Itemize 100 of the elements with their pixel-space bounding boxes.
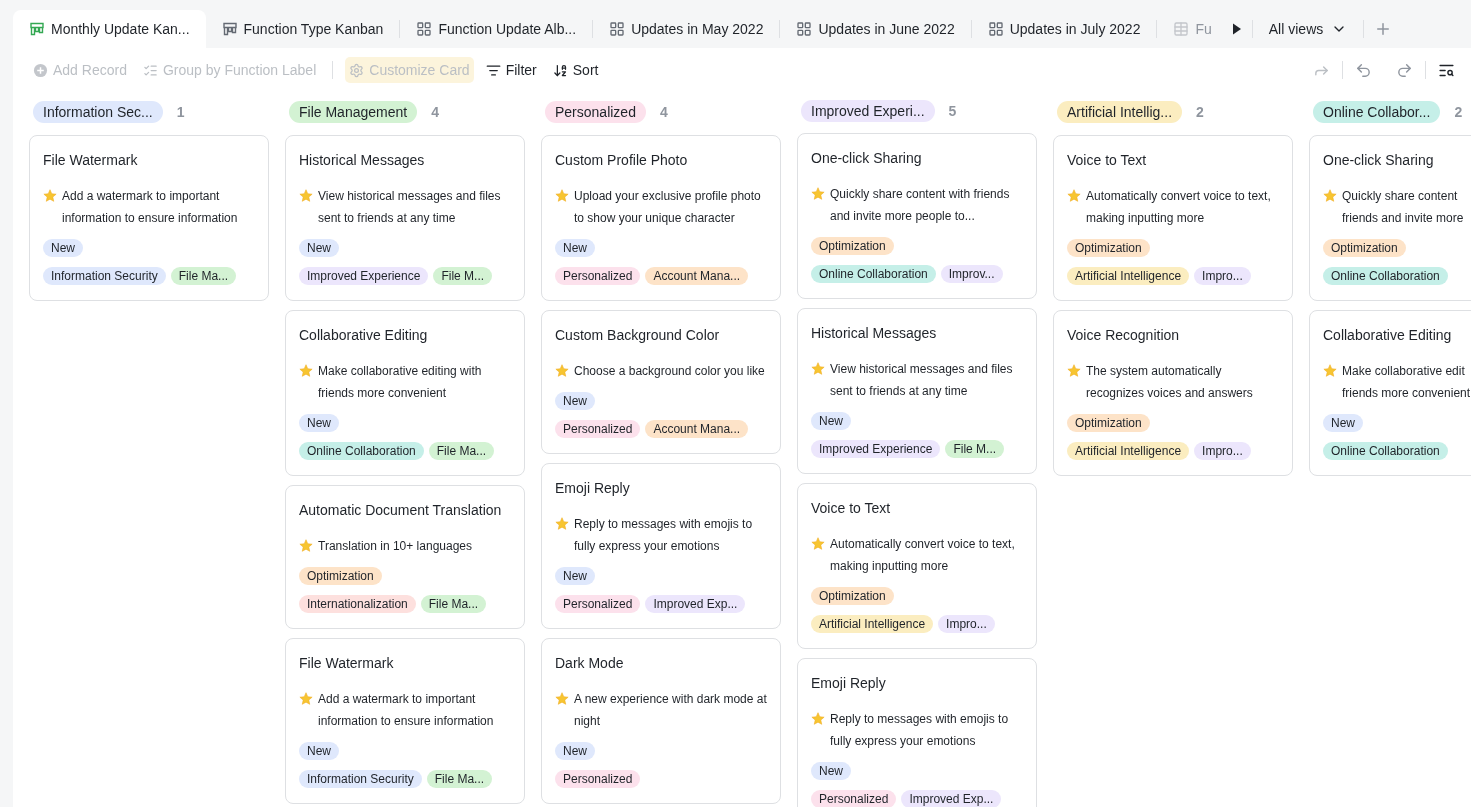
view-tab[interactable]: Updates in June 2022 <box>780 10 971 48</box>
label-tag: Account Mana... <box>645 420 749 438</box>
settings-icon <box>349 62 365 78</box>
record-card[interactable]: Historical Messages View historical messages and files sent to friends at any time New Improved Experience File M... <box>797 308 1037 474</box>
record-card[interactable]: Custom Background Color Choose a background color you like New Personalized Account Mana... <box>541 310 781 454</box>
toolbar-button[interactable]: Sort <box>548 57 603 83</box>
all-views-dropdown[interactable]: All views <box>1252 10 1364 48</box>
record-card[interactable]: File Watermark Add a watermark to important information to ensure information New Information Security File Ma... <box>285 638 525 804</box>
card-title: Emoji Reply <box>555 479 631 498</box>
star-icon <box>555 189 569 203</box>
table-icon <box>1173 21 1190 37</box>
plus-circle-icon <box>33 62 48 78</box>
view-tab[interactable]: Updates in July 2022 <box>971 10 1157 48</box>
record-card[interactable]: Emoji Reply Reply to messages with emojis to fully express your emotions New Personalized Improved Exp... <box>797 658 1037 807</box>
record-count: 4 <box>431 104 439 120</box>
label-tag: Personalized <box>555 770 641 788</box>
card-title: One-click Sharing <box>1323 151 1435 170</box>
label-tag: Improved Exp... <box>645 595 746 613</box>
group-label: Artificial Intellig... <box>1057 101 1183 123</box>
label-tag: Impro... <box>938 615 995 633</box>
star-icon <box>555 364 569 378</box>
card-description: Upload your exclusive profile photo to show your unique character <box>574 188 762 227</box>
card-description: Add a watermark to important information to ensure information <box>318 691 495 730</box>
star-icon <box>555 692 569 706</box>
label-tag: File Ma... <box>426 770 493 788</box>
label-tag: Improved Experience <box>811 440 941 458</box>
view-tab[interactable]: Monthly Update Kan... <box>13 10 206 48</box>
status-tag: Optimization <box>811 237 894 255</box>
record-card[interactable]: Voice to Text Automatically convert voice to text, making inputting more Optimization Artificial Intelligence Impro... <box>797 483 1037 649</box>
play-icon[interactable] <box>1231 23 1242 35</box>
star-icon <box>555 517 569 531</box>
label-tag: Improv... <box>940 265 1003 283</box>
card-description: Add a watermark to important information to ensure information <box>62 188 239 227</box>
star-icon <box>299 364 313 378</box>
group-label: Information Sec... <box>33 101 163 123</box>
card-title: Historical Messages <box>299 151 426 170</box>
view-tab[interactable]: Function Type Kanban <box>205 10 400 48</box>
card-description: Choose a background color you like <box>574 363 766 380</box>
undo-icon[interactable] <box>1355 61 1372 79</box>
card-title: File Watermark <box>43 151 139 170</box>
status-tag: New <box>299 414 339 432</box>
record-card[interactable]: Collaborative Editing Make collaborative edit friends more convenient New Online Collaboration <box>1309 310 1471 476</box>
kanban-icon <box>29 21 45 37</box>
view-tab[interactable]: Updates in May 2022 <box>593 10 780 48</box>
star-icon <box>299 692 313 706</box>
status-tag: Optimization <box>299 567 382 585</box>
gallery-icon <box>609 21 626 37</box>
kanban-icon <box>221 21 238 37</box>
redo-icon[interactable] <box>1396 61 1413 79</box>
label-tag: Internationalization <box>299 595 416 613</box>
star-icon <box>1067 189 1081 203</box>
record-card[interactable]: Voice to Text Automatically convert voice to text, making inputting more Optimization Artificial Intelligence Impro... <box>1053 135 1293 301</box>
card-description: The system automatically recognizes voices and answers <box>1086 363 1254 402</box>
star-icon <box>1323 364 1337 378</box>
star-icon <box>811 187 825 201</box>
record-card[interactable]: Automatic Document Translation Translation in 10+ languages Optimization Internationalization File Ma... <box>285 485 525 629</box>
label-tag: Online Collaboration <box>1323 267 1448 285</box>
card-description: Make collaborative editing with friends more convenient <box>318 363 483 402</box>
card-description: Reply to messages with emojis to fully express your emotions <box>574 516 754 555</box>
record-card[interactable]: File Watermark Add a watermark to important information to ensure information New Information Security File Ma... <box>29 135 269 301</box>
status-tag: New <box>555 567 595 585</box>
label-tag: File Ma... <box>170 267 237 285</box>
card-description: Automatically convert voice to text, making inputting more <box>1086 188 1272 227</box>
status-tag: Optimization <box>1067 414 1150 432</box>
star-icon <box>43 189 57 203</box>
card-description: View historical messages and files sent to friends at any time <box>830 361 1014 400</box>
label-tag: Artificial Intelligence <box>1067 267 1190 285</box>
record-card[interactable]: Emoji Reply Reply to messages with emojis to fully express your emotions New Personalized Improved Exp... <box>541 463 781 629</box>
record-card[interactable]: Collaborative Editing Make collaborative editing with friends more convenient New Online Collaboration File Ma... <box>285 310 525 476</box>
status-tag: New <box>43 239 83 257</box>
gallery-icon <box>416 21 433 37</box>
card-title: Emoji Reply <box>811 674 887 693</box>
label-tag: Artificial Intelligence <box>1067 442 1190 460</box>
gallery-icon <box>796 21 813 37</box>
group-label: Improved Experi... <box>801 100 935 122</box>
label-tag: Impro... <box>1194 442 1251 460</box>
card-description: Translation in 10+ languages <box>318 538 473 555</box>
status-tag: Optimization <box>1067 239 1150 257</box>
label-tag: File Ma... <box>420 595 487 613</box>
label-tag: File Ma... <box>428 442 495 460</box>
checklist-icon <box>142 62 158 78</box>
card-title: Voice to Text <box>811 499 892 518</box>
record-card[interactable]: Voice Recognition The system automatically recognizes voices and answers Optimization Artificial Intelligence Impro... <box>1053 310 1293 476</box>
status-tag: New <box>299 239 339 257</box>
record-card[interactable]: Dark Mode A new experience with dark mode at night New Personalized <box>541 638 781 804</box>
status-tag: New <box>555 742 595 760</box>
sort-icon <box>552 62 568 78</box>
card-title: Custom Profile Photo <box>555 151 689 170</box>
record-card[interactable]: Custom Profile Photo Upload your exclusive profile photo to show your unique character New Personalized Account Mana... <box>541 135 781 301</box>
record-count: 5 <box>948 103 957 119</box>
label-tag: File M... <box>945 440 1005 458</box>
label-tag: Online Collaboration <box>299 442 424 460</box>
card-title: File Watermark <box>299 654 395 673</box>
toolbar-button[interactable]: Filter <box>481 57 541 83</box>
status-tag: New <box>555 392 595 410</box>
status-tag: New <box>1323 414 1363 432</box>
record-card[interactable]: One-click Sharing Quickly share content friends and invite more Optimization Online Collaboration <box>1309 135 1471 301</box>
view-tab[interactable]: Function Update Alb... <box>400 10 593 48</box>
record-card[interactable]: One-click Sharing Quickly share content with friends and invite more people to... Optimization Online Collaboration Improv... <box>797 133 1037 299</box>
record-card[interactable]: Historical Messages View historical messages and files sent to friends at any time New Improved Experience File M... <box>285 135 525 301</box>
